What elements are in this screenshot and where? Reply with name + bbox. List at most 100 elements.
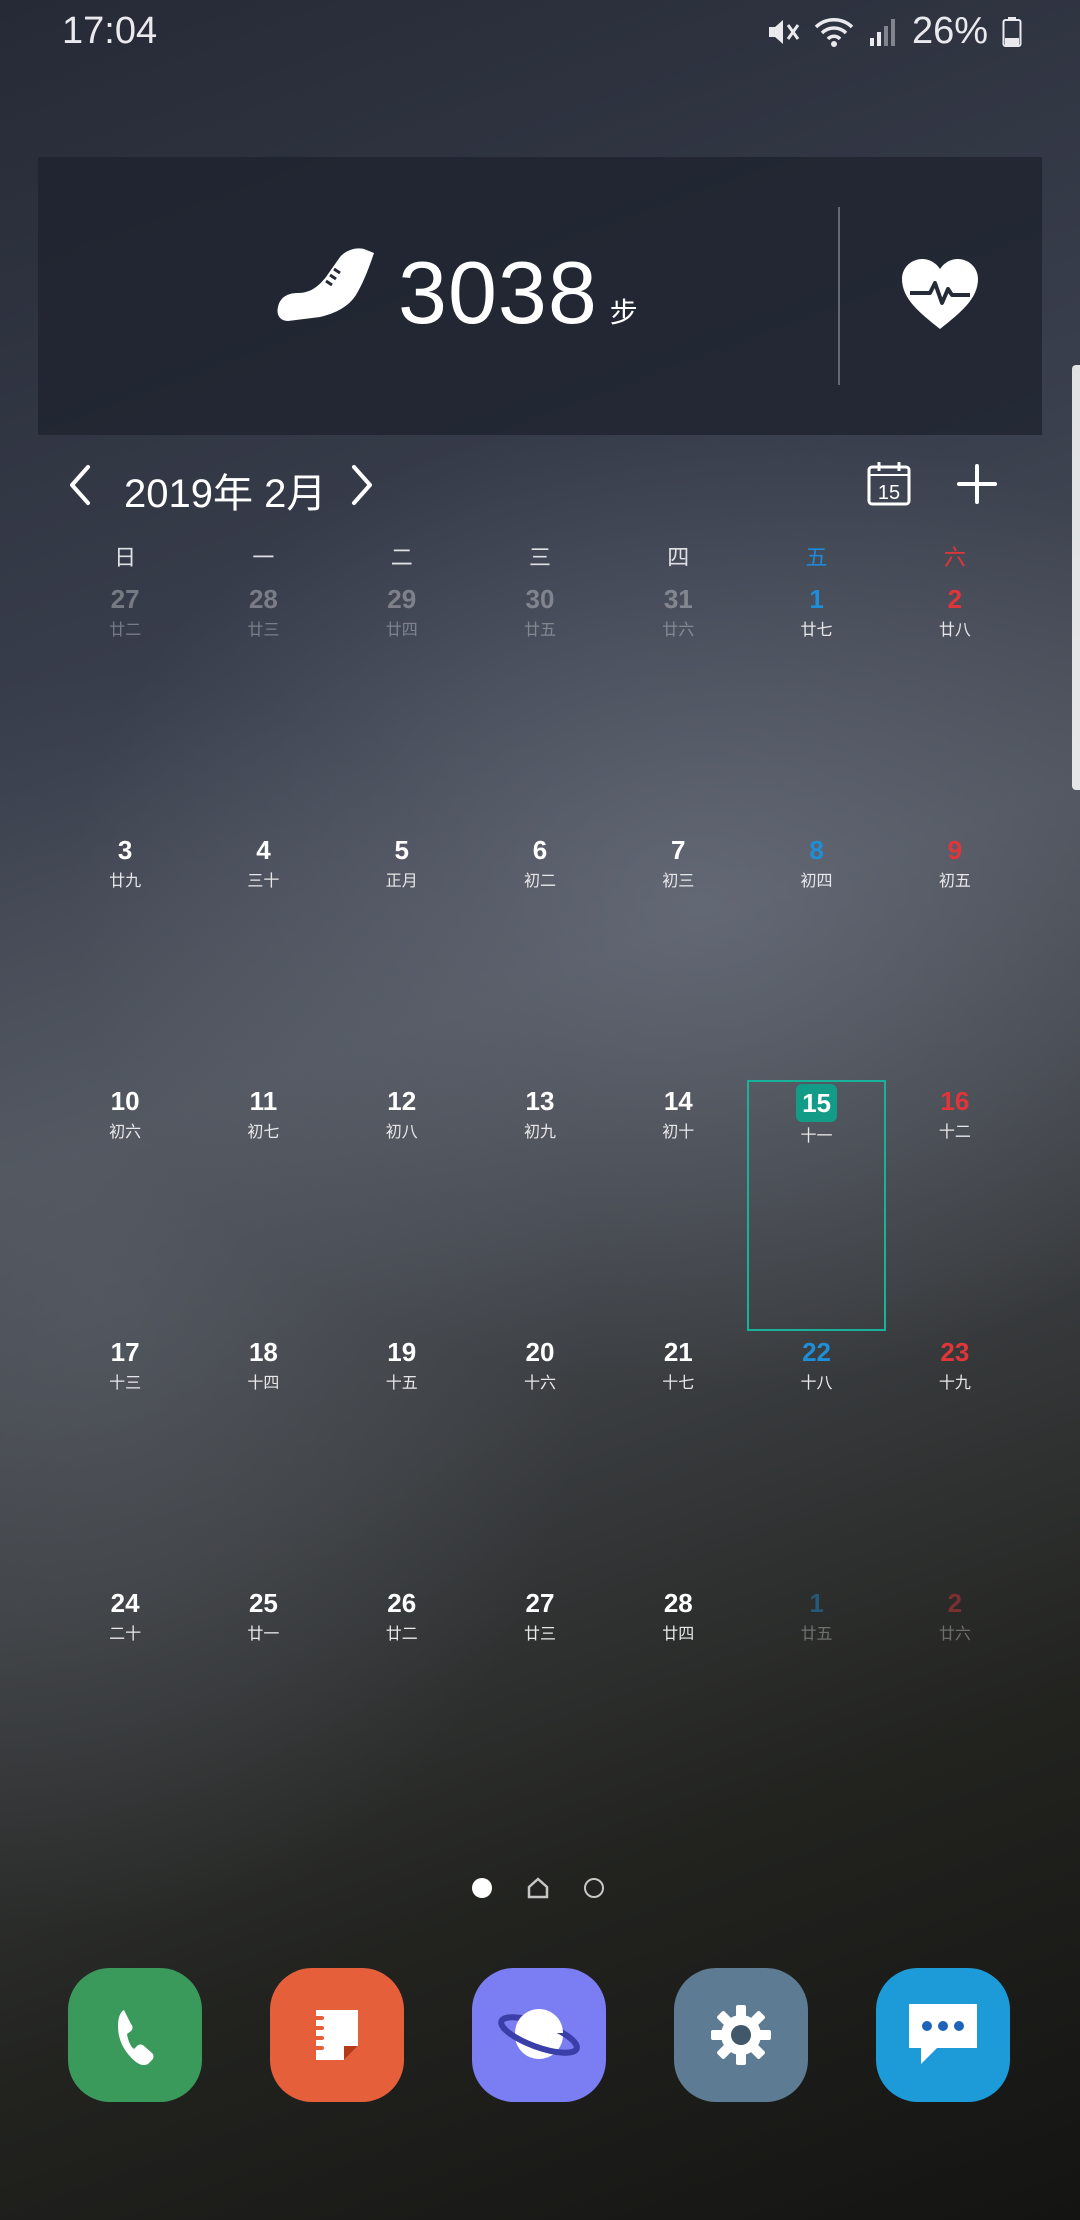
weekday-thu: 四 [609, 540, 747, 572]
lunar-date: 三十 [194, 867, 332, 891]
mute-icon [766, 16, 800, 48]
calendar-day[interactable]: 9初五 [886, 829, 1024, 1080]
day-number: 14 [609, 1086, 747, 1116]
calendar-day[interactable]: 2廿八 [886, 578, 1024, 829]
calendar-day[interactable]: 20十六 [471, 1331, 609, 1582]
calendar-day[interactable]: 21十七 [609, 1331, 747, 1582]
steps-unit: 步 [610, 291, 638, 331]
day-number: 5 [333, 835, 471, 865]
calendar-day[interactable]: 31廿六 [609, 578, 747, 829]
lunar-date: 初七 [194, 1118, 332, 1142]
calendar-day[interactable]: 8初四 [747, 829, 885, 1080]
status-bar: 17:04 26% [0, 0, 1080, 64]
status-icons: 26% [766, 10, 1022, 53]
lunar-date: 十一 [749, 1122, 883, 1146]
lunar-date: 廿四 [609, 1620, 747, 1644]
calendar-day[interactable]: 24二十 [56, 1582, 194, 1833]
notes-app[interactable] [270, 1968, 404, 2102]
lunar-date: 初十 [609, 1118, 747, 1142]
lunar-date: 廿六 [609, 616, 747, 640]
calendar-day[interactable]: 28廿四 [609, 1582, 747, 1833]
shoe-icon [270, 241, 380, 331]
calendar-day[interactable]: 5正月 [333, 829, 471, 1080]
status-time: 17:04 [62, 10, 157, 53]
calendar-day-today[interactable]: 15十一 [747, 1080, 885, 1331]
lunar-date: 初九 [471, 1118, 609, 1142]
day-number: 21 [609, 1337, 747, 1367]
calendar-day[interactable]: 26廿二 [333, 1582, 471, 1833]
calendar-day[interactable]: 1廿七 [747, 578, 885, 829]
next-month-button[interactable] [342, 463, 382, 507]
lunar-date: 廿八 [886, 616, 1024, 640]
lunar-date: 十五 [333, 1369, 471, 1393]
calendar-day[interactable]: 4三十 [194, 829, 332, 1080]
weekday-sun: 日 [56, 540, 194, 572]
calendar-header: 2019年 2月 15 [60, 455, 1020, 515]
day-number: 4 [194, 835, 332, 865]
day-number: 2 [886, 584, 1024, 614]
planet-icon [494, 1995, 584, 2075]
settings-app[interactable] [674, 1968, 808, 2102]
messages-app[interactable] [876, 1968, 1010, 2102]
calendar-day[interactable]: 23十九 [886, 1331, 1024, 1582]
phone-icon [100, 2000, 170, 2070]
lunar-date: 廿六 [886, 1620, 1024, 1644]
day-number: 10 [56, 1086, 194, 1116]
day-number: 26 [333, 1588, 471, 1618]
calendar-day[interactable]: 3廿九 [56, 829, 194, 1080]
weekday-wed: 三 [471, 540, 609, 572]
calendar-day[interactable]: 13初九 [471, 1080, 609, 1331]
calendar-day[interactable]: 11初七 [194, 1080, 332, 1331]
month-title[interactable]: 2019年 2月 [124, 461, 326, 519]
lunar-date: 廿三 [471, 1620, 609, 1644]
calendar-day[interactable]: 1廿五 [747, 1582, 885, 1833]
calendar-day[interactable]: 7初三 [609, 829, 747, 1080]
calendar-day[interactable]: 14初十 [609, 1080, 747, 1331]
calendar-day[interactable]: 16十二 [886, 1080, 1024, 1331]
notes-icon [302, 2000, 372, 2070]
calendar-day[interactable]: 30廿五 [471, 578, 609, 829]
steps-counter[interactable]: 3038 步 [270, 241, 638, 337]
previous-month-button[interactable] [60, 463, 100, 507]
calendar-day[interactable]: 10初六 [56, 1080, 194, 1331]
lunar-date: 初六 [56, 1118, 194, 1142]
calendar-day[interactable]: 6初二 [471, 829, 609, 1080]
calendar-day[interactable]: 19十五 [333, 1331, 471, 1582]
lunar-date: 廿二 [333, 1620, 471, 1644]
day-number: 6 [471, 835, 609, 865]
heart-rate-icon[interactable] [900, 257, 980, 331]
calendar-day[interactable]: 22十八 [747, 1331, 885, 1582]
calendar-day[interactable]: 29廿四 [333, 578, 471, 829]
phone-app[interactable] [68, 1968, 202, 2102]
app-dock [68, 1968, 1012, 2102]
calendar-day[interactable]: 2廿六 [886, 1582, 1024, 1833]
lunar-date: 十三 [56, 1369, 194, 1393]
day-number: 2 [886, 1588, 1024, 1618]
add-event-button[interactable] [956, 463, 998, 505]
lunar-date: 初二 [471, 867, 609, 891]
calendar-day[interactable]: 28廿三 [194, 578, 332, 829]
lunar-date: 廿二 [56, 616, 194, 640]
day-number: 27 [471, 1588, 609, 1618]
calendar-day[interactable]: 25廿一 [194, 1582, 332, 1833]
day-number: 27 [56, 584, 194, 614]
health-widget[interactable]: 3038 步 [38, 157, 1042, 435]
weekday-mon: 一 [194, 540, 332, 572]
calendar-day[interactable]: 27廿二 [56, 578, 194, 829]
calendar-day[interactable]: 12初八 [333, 1080, 471, 1331]
lunar-date: 十八 [747, 1369, 885, 1393]
day-number: 29 [333, 584, 471, 614]
calendar-day[interactable]: 27廿三 [471, 1582, 609, 1833]
calendar-day[interactable]: 17十三 [56, 1331, 194, 1582]
home-page-icon [526, 1876, 550, 1900]
today-calendar-icon[interactable]: 15 [866, 459, 912, 507]
day-number: 15 [796, 1084, 837, 1122]
calendar-day[interactable]: 18十四 [194, 1331, 332, 1582]
lunar-date: 廿五 [747, 1620, 885, 1644]
browser-app[interactable] [472, 1968, 606, 2102]
day-number: 17 [56, 1337, 194, 1367]
lunar-date: 初八 [333, 1118, 471, 1142]
lunar-date: 十七 [609, 1369, 747, 1393]
signal-icon [868, 16, 898, 48]
edge-panel-handle[interactable] [1072, 365, 1080, 790]
